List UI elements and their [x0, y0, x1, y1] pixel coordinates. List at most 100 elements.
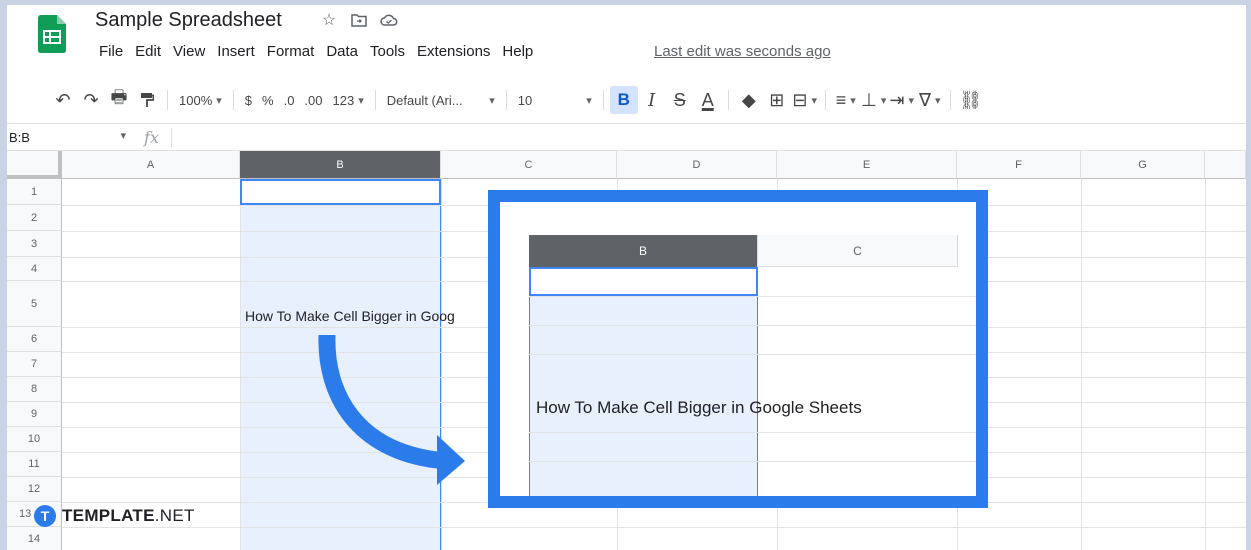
- merge-cells-icon[interactable]: ⊟: [791, 86, 819, 114]
- redo-icon[interactable]: ↷: [77, 86, 105, 114]
- column-header-g[interactable]: G: [1081, 151, 1205, 179]
- grid-line: [1081, 179, 1082, 550]
- row-header-12[interactable]: 12: [7, 477, 62, 502]
- column-header-d[interactable]: D: [617, 151, 777, 179]
- brand-name-suffix: .NET: [154, 506, 195, 525]
- grid-line: [240, 179, 241, 550]
- grid-line: [529, 325, 976, 326]
- row-header-6[interactable]: 6: [7, 327, 62, 352]
- menu-tools[interactable]: Tools: [364, 43, 411, 60]
- text-color-button[interactable]: A: [694, 86, 722, 114]
- column-header-a[interactable]: A: [62, 151, 240, 179]
- text-rotation-icon[interactable]: ∇: [916, 86, 944, 114]
- row-header-7[interactable]: 7: [7, 352, 62, 377]
- print-icon[interactable]: 🖶: [105, 86, 133, 114]
- font-select[interactable]: Default (Ari...: [382, 86, 500, 114]
- menu-data[interactable]: Data: [320, 43, 364, 60]
- column-header-e[interactable]: E: [777, 151, 957, 179]
- toolbar-divider: [727, 90, 729, 110]
- column-header-c[interactable]: C: [441, 151, 617, 179]
- currency-format-button[interactable]: $: [240, 86, 257, 114]
- grid-line: [62, 527, 1246, 528]
- zoom-active-cell: [529, 267, 758, 296]
- column-header-f[interactable]: F: [957, 151, 1081, 179]
- menu-file[interactable]: File: [93, 43, 129, 60]
- zoom-column-header-b: B: [529, 235, 758, 267]
- zoom-cell-text: How To Make Cell Bigger in Google Sheets: [536, 398, 862, 417]
- last-edit-link[interactable]: Last edit was seconds ago: [654, 43, 831, 60]
- row-header-5[interactable]: 5: [7, 281, 62, 327]
- row-header-10[interactable]: 10: [7, 427, 62, 452]
- column-header-overflow[interactable]: [1205, 151, 1246, 179]
- row-header-2[interactable]: 2: [7, 205, 62, 231]
- name-box[interactable]: B:B ▾: [7, 130, 132, 145]
- more-formats-select[interactable]: 123: [328, 86, 369, 114]
- toolbar-divider: [824, 90, 826, 110]
- grid-line: [529, 432, 976, 433]
- zoom-column-header-c: C: [758, 235, 958, 267]
- sheets-logo-icon[interactable]: [38, 15, 66, 53]
- document-title[interactable]: Sample Spreadsheet: [95, 9, 282, 32]
- menu-bar: File Edit View Insert Format Data Tools …: [93, 43, 539, 60]
- row-header-1[interactable]: 1: [7, 179, 62, 205]
- toolbar-divider: [602, 90, 604, 110]
- percent-format-button[interactable]: %: [257, 86, 279, 114]
- paint-format-icon[interactable]: [133, 86, 161, 114]
- curved-arrow-icon: [318, 335, 465, 485]
- brand-name: TEMPLATE.NET: [62, 506, 195, 526]
- formula-bar: B:B ▾ fx: [7, 123, 1246, 151]
- vertical-align-icon[interactable]: ⊥: [860, 86, 888, 114]
- menu-edit[interactable]: Edit: [129, 43, 167, 60]
- spreadsheet-window: Sample Spreadsheet ☆ File Edit View Inse…: [7, 5, 1246, 550]
- toolbar: ↶ ↷ 🖶 100% $ % .0 .00 123 Default (Ari..…: [7, 81, 1246, 119]
- toolbar-divider: [505, 90, 507, 110]
- horizontal-align-icon[interactable]: ≡: [832, 86, 860, 114]
- row-header-9[interactable]: 9: [7, 402, 62, 427]
- name-box-value: B:B: [9, 129, 30, 145]
- column-header-b[interactable]: B: [240, 151, 441, 179]
- toolbar-divider: [232, 90, 234, 110]
- fx-icon: fx: [132, 127, 172, 147]
- move-folder-icon[interactable]: [350, 11, 368, 29]
- menu-extensions[interactable]: Extensions: [411, 43, 496, 60]
- undo-icon[interactable]: ↶: [49, 86, 77, 114]
- grid-line: [529, 354, 976, 355]
- chevron-down-icon[interactable]: ▾: [120, 129, 126, 142]
- grid-line: [1205, 179, 1206, 550]
- select-all-corner[interactable]: [7, 151, 62, 179]
- template-net-watermark: T TEMPLATE.NET: [34, 505, 195, 527]
- toolbar-divider: [167, 90, 168, 110]
- zoom-select[interactable]: 100%: [174, 86, 227, 114]
- template-logo-icon: T: [34, 505, 56, 527]
- row-header-8[interactable]: 8: [7, 377, 62, 402]
- row-header-3[interactable]: 3: [7, 231, 62, 257]
- menu-help[interactable]: Help: [496, 43, 539, 60]
- grid-line: [529, 296, 976, 297]
- menu-format[interactable]: Format: [261, 43, 321, 60]
- italic-button[interactable]: I: [638, 86, 666, 114]
- decrease-decimal-button[interactable]: .0: [279, 86, 300, 114]
- fill-color-icon[interactable]: ◆: [735, 86, 763, 114]
- row-header-14[interactable]: 14: [7, 527, 62, 550]
- cloud-status-icon[interactable]: [380, 11, 398, 29]
- bold-button[interactable]: B: [609, 86, 638, 114]
- insert-link-icon[interactable]: ⛓: [957, 86, 985, 114]
- cell-b5[interactable]: How To Make Cell Bigger in Goog: [245, 308, 455, 324]
- row-header-4[interactable]: 4: [7, 257, 62, 281]
- zoomed-callout: B C How To Make Cell Bigger in Google Sh…: [488, 190, 988, 508]
- menu-view[interactable]: View: [167, 43, 211, 60]
- menu-insert[interactable]: Insert: [211, 43, 261, 60]
- star-icon[interactable]: ☆: [320, 11, 338, 29]
- zoom-selected-column-b: [529, 267, 758, 496]
- strikethrough-button[interactable]: S: [666, 86, 694, 114]
- toolbar-divider: [949, 90, 951, 110]
- active-cell-b1[interactable]: [240, 179, 441, 205]
- brand-name-bold: TEMPLATE: [62, 506, 155, 525]
- increase-decimal-button[interactable]: .00: [299, 86, 327, 114]
- toolbar-divider: [374, 90, 376, 110]
- text-wrapping-icon[interactable]: ⇥: [888, 86, 916, 114]
- font-size-select[interactable]: 10: [513, 86, 597, 114]
- borders-icon[interactable]: ⊞: [763, 86, 791, 114]
- grid-line: [529, 461, 976, 462]
- row-header-11[interactable]: 11: [7, 452, 62, 477]
